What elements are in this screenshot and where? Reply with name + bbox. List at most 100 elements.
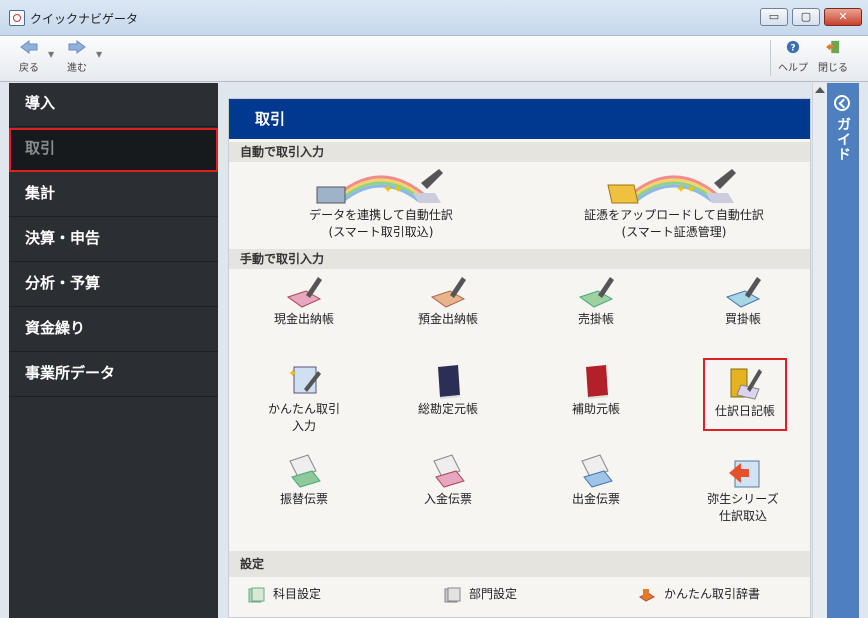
journal-book-label: 仕訳日記帳 — [714, 404, 775, 418]
maximize-button[interactable]: ▢ — [792, 8, 820, 26]
easy-dictionary-link[interactable]: かんたん取引辞書 — [638, 585, 760, 603]
department-setting-icon — [444, 587, 461, 602]
svg-text:✦✦: ✦✦ — [676, 182, 696, 196]
scroll-up-arrow-icon[interactable] — [815, 87, 825, 93]
guide-tab[interactable]: ガイド — [827, 83, 859, 618]
deposit-book-icon — [430, 277, 466, 308]
svg-text:?: ? — [790, 44, 795, 54]
transfer-slip-label: 振替伝票 — [279, 492, 328, 506]
receipt-slip-icon — [433, 454, 465, 488]
receipt-slip-tile[interactable]: 入金伝票 — [393, 451, 503, 508]
sidebar-item-label: 事業所データ — [25, 364, 116, 382]
close-label: 閉じる — [818, 63, 848, 74]
vertical-scrollbar[interactable] — [812, 83, 828, 618]
payable-book-label: 買掛帳 — [724, 312, 761, 326]
easy-entry-icon: ✦ — [288, 366, 321, 394]
back-button[interactable]: 戻る — [14, 40, 44, 74]
close-window-button[interactable]: ✕ — [824, 8, 862, 26]
account-setting-label: 科目設定 — [273, 587, 322, 601]
journal-book-tile[interactable]: 仕訳日記帳 — [703, 358, 787, 431]
sidebar-item-analysis[interactable]: 分析・予算 — [9, 263, 218, 307]
app-icon — [9, 10, 25, 26]
sub-ledger-tile[interactable]: 補助元帳 — [541, 361, 651, 418]
general-ledger-tile[interactable]: 総勘定元帳 — [393, 361, 503, 418]
easy-entry-tile[interactable]: ✦ かんたん取引 入力 — [249, 361, 359, 435]
sidebar-item-office-data[interactable]: 事業所データ — [9, 353, 218, 397]
back-dropdown-icon[interactable]: ▼ — [48, 50, 54, 59]
account-setting-link[interactable]: 科目設定 — [247, 585, 321, 603]
account-setting-icon — [248, 587, 265, 602]
forward-button[interactable]: 進む — [62, 40, 92, 74]
sidebar-item-transactions[interactable]: 取引 — [9, 128, 218, 172]
sidebar-item-label: 資金繰り — [25, 319, 86, 337]
toolbar: 戻る ▼ 進む ▼ ? ヘルプ 閉じる — [0, 36, 868, 82]
deposit-book-tile[interactable]: 預金出納帳 — [393, 271, 503, 328]
forward-dropdown-icon[interactable]: ▼ — [96, 50, 102, 59]
sub-ledger-label: 補助元帳 — [571, 402, 620, 416]
smart-import-tile[interactable]: ✦✦ データを連携して自動仕訳 (スマート取引取込) — [291, 163, 471, 241]
payment-slip-label: 出金伝票 — [571, 492, 620, 506]
department-setting-label: 部門設定 — [469, 587, 518, 601]
sidebar-item-totals[interactable]: 集計 — [9, 173, 218, 217]
maximize-icon: ▢ — [800, 10, 812, 23]
payable-book-icon — [725, 277, 761, 308]
chevron-left-icon — [834, 95, 850, 111]
svg-text:✦✦: ✦✦ — [383, 182, 403, 196]
receivable-book-tile[interactable]: 売掛帳 — [541, 271, 651, 328]
payment-slip-tile[interactable]: 出金伝票 — [541, 451, 651, 508]
receivable-book-icon — [578, 277, 614, 308]
deposit-book-label: 預金出納帳 — [417, 312, 478, 326]
back-label: 戻る — [19, 63, 39, 74]
smart-voucher-icon: ✦✦ — [607, 169, 736, 204]
receipt-slip-label: 入金伝票 — [423, 492, 472, 506]
yayoi-import-label: 弥生シリーズ 仕訳取込 — [707, 492, 779, 523]
section-manual-entry: 手動で取引入力 — [229, 249, 810, 269]
sidebar-item-label: 取引 — [25, 139, 56, 157]
journal-book-icon — [730, 368, 762, 400]
back-arrow-icon — [20, 40, 38, 54]
page-title: 取引 — [229, 99, 810, 139]
cash-book-label: 現金出納帳 — [273, 312, 334, 326]
window-title: クイックナビゲータ — [30, 12, 139, 26]
receivable-book-label: 売掛帳 — [577, 312, 614, 326]
transfer-slip-icon — [289, 454, 321, 488]
department-setting-link[interactable]: 部門設定 — [443, 585, 517, 603]
minimize-button[interactable]: ▭ — [760, 8, 788, 26]
close-icon: ✕ — [838, 10, 848, 23]
smart-import-label: データを連携して自動仕訳 (スマート取引取込) — [309, 208, 453, 239]
sidebar-item-cashflow[interactable]: 資金繰り — [9, 308, 218, 352]
sidebar-item-closing[interactable]: 決算・申告 — [9, 218, 218, 262]
sidebar-item-introduction[interactable]: 導入 — [9, 83, 218, 127]
svg-text:✦: ✦ — [288, 367, 297, 380]
cash-book-tile[interactable]: 現金出納帳 — [249, 271, 359, 328]
window-titlebar: クイックナビゲータ ▭ ▢ ✕ — [0, 0, 868, 36]
general-ledger-label: 総勘定元帳 — [417, 402, 478, 416]
easy-dictionary-label: かんたん取引辞書 — [664, 587, 761, 601]
payable-book-tile[interactable]: 買掛帳 — [688, 271, 798, 328]
sidebar-item-label: 決算・申告 — [25, 229, 101, 247]
cash-book-icon — [286, 277, 322, 308]
sidebar-item-label: 分析・予算 — [25, 274, 101, 292]
main-panel: 取引 自動で取引入力 ✦✦ データを連携して自動仕訳 (スマート取引取込) ✦✦… — [228, 98, 811, 618]
sub-ledger-icon — [586, 365, 608, 399]
easy-entry-label: かんたん取引 入力 — [267, 402, 340, 433]
minimize-icon: ▭ — [768, 10, 780, 23]
forward-label: 進む — [67, 63, 87, 74]
yayoi-import-tile[interactable]: 弥生シリーズ 仕訳取込 — [688, 451, 798, 525]
yayoi-import-icon — [729, 460, 760, 488]
toolbar-divider — [770, 40, 771, 76]
forward-arrow-icon — [68, 40, 86, 54]
exit-door-icon — [826, 40, 840, 54]
easy-dictionary-icon — [639, 588, 655, 602]
smart-import-icon: ✦✦ — [316, 169, 443, 204]
sidebar-item-label: 導入 — [25, 94, 56, 112]
smart-voucher-label: 証憑をアップロードして自動仕訳 (スマート証憑管理) — [584, 208, 764, 239]
help-icon: ? — [786, 40, 800, 54]
help-label: ヘルプ — [778, 63, 808, 74]
smart-voucher-tile[interactable]: ✦✦ 証憑をアップロードして自動仕訳 (スマート証憑管理) — [574, 163, 774, 241]
transfer-slip-tile[interactable]: 振替伝票 — [249, 451, 359, 508]
help-button[interactable]: ? ヘルプ — [775, 40, 811, 74]
close-button[interactable]: 閉じる — [815, 40, 851, 74]
section-settings: 設定 — [229, 551, 810, 577]
sidebar-item-label: 集計 — [25, 184, 56, 202]
